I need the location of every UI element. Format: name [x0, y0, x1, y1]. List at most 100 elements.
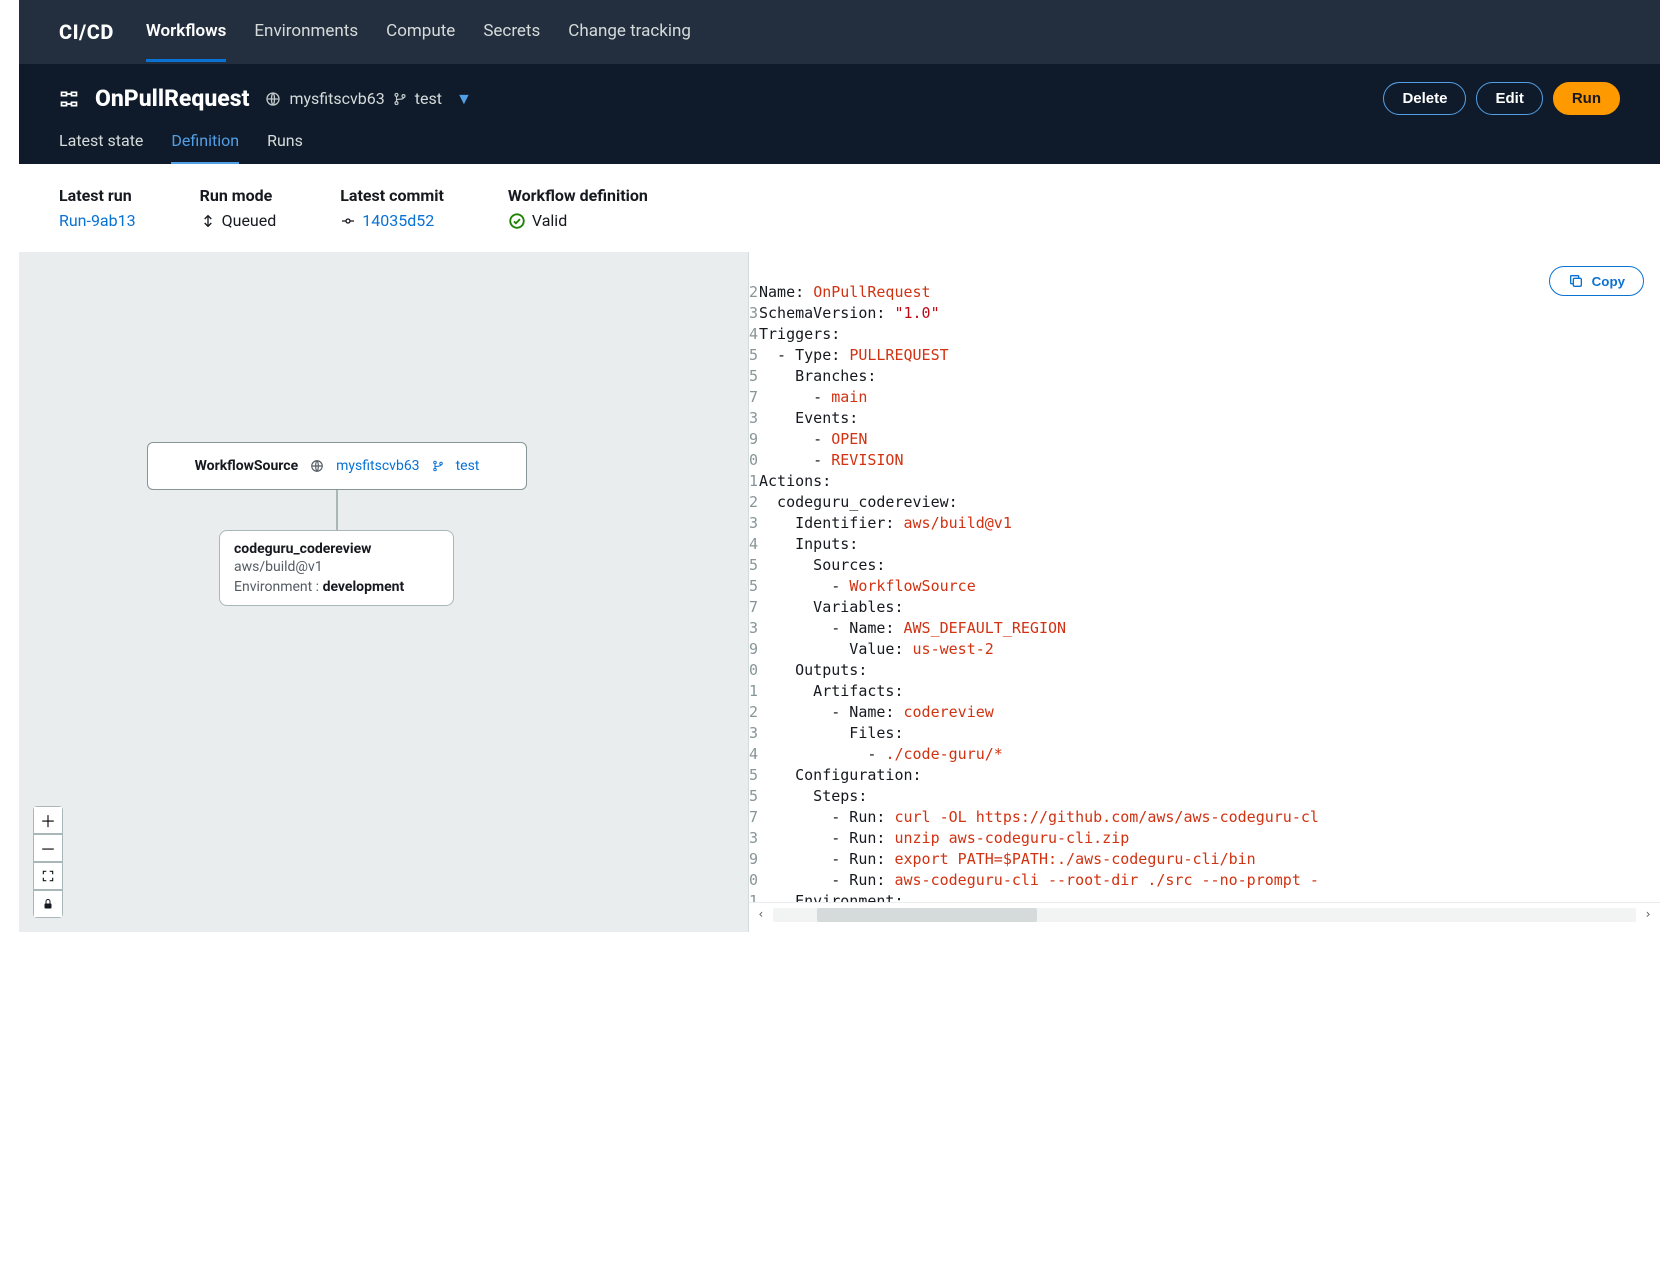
branch-icon	[393, 92, 407, 106]
line-number: 1	[749, 681, 759, 702]
code-line: 3 - Run: unzip aws-codeguru-cli.zip	[749, 828, 1660, 849]
code-line: 5 Steps:	[749, 786, 1660, 807]
code-text[interactable]: SchemaVersion: "1.0"	[759, 303, 940, 324]
code-text[interactable]: - WorkflowSource	[759, 576, 976, 597]
sub-tab-runs[interactable]: Runs	[267, 131, 303, 164]
zoom-out-button[interactable]: －	[33, 834, 63, 862]
code-text[interactable]: Files:	[759, 723, 904, 744]
code-text[interactable]: - Run: unzip aws-codeguru-cli.zip	[759, 828, 1129, 849]
code-line: 1 Environment:	[749, 891, 1660, 902]
code-line: 1 Artifacts:	[749, 681, 1660, 702]
code-line: 5 Sources:	[749, 555, 1660, 576]
code-line: 3 Events:	[749, 408, 1660, 429]
code-text[interactable]: Actions:	[759, 471, 831, 492]
edit-button[interactable]: Edit	[1476, 82, 1542, 115]
source-node-repo: mysfitscvb63	[336, 458, 419, 474]
delete-button[interactable]: Delete	[1383, 82, 1466, 115]
main-split: WorkflowSource mysfitscvb63 test codegur…	[19, 252, 1660, 932]
code-line: 9 - OPEN	[749, 429, 1660, 450]
code-text[interactable]: - Type: PULLREQUEST	[759, 345, 949, 366]
zoom-fit-button[interactable]	[33, 862, 63, 890]
code-text[interactable]: - Run: curl -OL https://github.com/aws/a…	[759, 807, 1319, 828]
scroll-right-icon[interactable]: ›	[1640, 906, 1656, 923]
run-button[interactable]: Run	[1553, 82, 1620, 115]
code-line: 7 - main	[749, 387, 1660, 408]
nav-tab-workflows[interactable]: Workflows	[146, 3, 227, 62]
code-text[interactable]: Events:	[759, 408, 858, 429]
nav-tab-environments[interactable]: Environments	[254, 3, 358, 62]
summary-workflow-definition: Workflow definition Valid	[508, 186, 648, 230]
zoom-lock-button[interactable]	[33, 890, 63, 918]
code-text[interactable]: - Run: aws-codeguru-cli --root-dir ./src…	[759, 870, 1319, 891]
code-text[interactable]: - OPEN	[759, 429, 867, 450]
code-line: 5 - Type: PULLREQUEST	[749, 345, 1660, 366]
line-number: 5	[749, 765, 759, 786]
horizontal-scrollbar[interactable]: ‹ ›	[749, 902, 1660, 926]
action-node-name: codeguru_codereview	[234, 541, 439, 557]
line-number: 3	[749, 723, 759, 744]
repo-branch-chip[interactable]: mysfitscvb63 test ▼	[265, 89, 471, 109]
code-text[interactable]: - Name: codereview	[759, 702, 994, 723]
code-text[interactable]: Name: OnPullRequest	[759, 282, 931, 303]
code-text[interactable]: Branches:	[759, 366, 876, 387]
line-number: 5	[749, 576, 759, 597]
workflow-sub-tabs: Latest state Definition Runs	[59, 131, 1620, 164]
code-text[interactable]: Artifacts:	[759, 681, 904, 702]
line-number: 7	[749, 597, 759, 618]
scroll-track[interactable]	[773, 908, 1636, 922]
code-text[interactable]: Outputs:	[759, 660, 867, 681]
code-text[interactable]: - REVISION	[759, 450, 904, 471]
copy-button[interactable]: Copy	[1549, 266, 1644, 296]
nav-tab-secrets[interactable]: Secrets	[483, 3, 540, 62]
line-number: 2	[749, 282, 759, 303]
nav-tab-change-tracking[interactable]: Change tracking	[568, 3, 691, 62]
yaml-code[interactable]: 2Name: OnPullRequest 3 SchemaVersion: "1.0…	[749, 252, 1660, 902]
repo-icon	[265, 91, 281, 107]
code-line: 3 - Name: AWS_DEFAULT_REGION	[749, 618, 1660, 639]
code-text[interactable]: Sources:	[759, 555, 885, 576]
code-text[interactable]: Triggers:	[759, 324, 840, 345]
line-number: 9	[749, 639, 759, 660]
code-text[interactable]: - ./code-guru/*	[759, 744, 1003, 765]
nav-tab-compute[interactable]: Compute	[386, 3, 455, 62]
zoom-controls: ＋ －	[33, 806, 63, 918]
code-text[interactable]: Identifier: aws/build@v1	[759, 513, 1012, 534]
line-number: 3	[749, 828, 759, 849]
branch-icon	[432, 460, 444, 472]
code-text[interactable]: - Name: AWS_DEFAULT_REGION	[759, 618, 1066, 639]
line-number: 5	[749, 786, 759, 807]
line-number: 1	[749, 471, 759, 492]
code-text[interactable]: Configuration:	[759, 765, 922, 786]
code-text[interactable]: Inputs:	[759, 534, 858, 555]
sub-tab-latest-state[interactable]: Latest state	[59, 131, 143, 164]
code-text[interactable]: Steps:	[759, 786, 867, 807]
summary-value[interactable]: Run-9ab13	[59, 211, 136, 230]
summary-label: Run mode	[200, 186, 277, 205]
code-text[interactable]: Environment:	[759, 891, 904, 902]
line-number: 7	[749, 387, 759, 408]
graph-action-node[interactable]: codeguru_codereview aws/build@v1 Environ…	[219, 530, 454, 606]
code-text[interactable]: - main	[759, 387, 867, 408]
workflow-graph-pane[interactable]: WorkflowSource mysfitscvb63 test codegur…	[19, 252, 748, 932]
scroll-thumb[interactable]	[817, 908, 1037, 922]
action-node-identifier: aws/build@v1	[234, 559, 439, 575]
scroll-left-icon[interactable]: ‹	[753, 906, 769, 923]
line-number: 5	[749, 555, 759, 576]
code-text[interactable]: Variables:	[759, 597, 904, 618]
repo-icon	[310, 459, 324, 473]
line-number: 4	[749, 534, 759, 555]
graph-source-node[interactable]: WorkflowSource mysfitscvb63 test	[147, 442, 527, 490]
code-text[interactable]: - Run: export PATH=$PATH:./aws-codeguru-…	[759, 849, 1256, 870]
chevron-down-icon: ▼	[456, 89, 472, 109]
summary-value: Valid	[508, 211, 648, 230]
sub-tab-definition[interactable]: Definition	[171, 131, 239, 164]
workflow-icon	[59, 89, 79, 109]
graph-connector	[336, 490, 338, 530]
summary-value[interactable]: 14035d52	[340, 211, 444, 230]
code-line: 7 - Run: curl -OL https://github.com/aws…	[749, 807, 1660, 828]
line-number: 9	[749, 849, 759, 870]
code-text[interactable]: Value: us-west-2	[759, 639, 994, 660]
yaml-definition-pane: Copy 2Name: OnPullRequest 3 SchemaVersion:…	[748, 252, 1660, 932]
zoom-in-button[interactable]: ＋	[33, 806, 63, 834]
code-text[interactable]: codeguru_codereview:	[759, 492, 958, 513]
